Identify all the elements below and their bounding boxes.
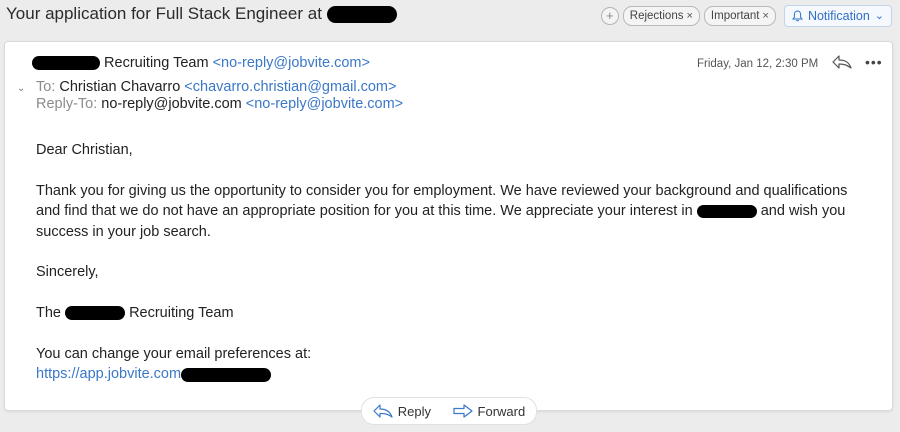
thread-header: Your application for Full Stack Engineer…	[0, 0, 900, 30]
tag-rejections[interactable]: Rejections ×	[622, 6, 700, 26]
chevron-down-icon: ⌄	[874, 10, 884, 22]
redacted-company	[65, 306, 126, 321]
remove-tag-icon[interactable]: ×	[763, 7, 769, 25]
chevron-down-icon[interactable]: ⌄	[17, 83, 25, 94]
body-paragraph: Thank you for giving us the opportunity …	[36, 181, 866, 242]
to-label: To:	[36, 79, 56, 95]
message-body: Dear Christian, Thank you for giving us …	[36, 140, 866, 385]
add-tag-button[interactable]: +	[600, 7, 619, 25]
redacted-company	[32, 56, 100, 71]
reply-to-email[interactable]: <no-reply@jobvite.com>	[246, 96, 403, 112]
tag-important[interactable]: Important ×	[703, 6, 776, 26]
reply-icon[interactable]	[832, 54, 852, 70]
reply-to-label: Reply-To:	[36, 96, 98, 112]
notification-dropdown[interactable]: Notification ⌄	[783, 5, 892, 27]
signature: The Recruiting Team	[36, 303, 866, 323]
reply-to-name: no-reply@jobvite.com	[101, 96, 242, 112]
bell-icon	[791, 10, 803, 22]
reply-icon	[373, 404, 393, 418]
sender: Recruiting Team <no-reply@jobvite.com>	[32, 55, 370, 71]
reply-actions: Reply Forward	[361, 397, 537, 425]
forward-button[interactable]: Forward	[452, 403, 526, 419]
to-email[interactable]: <chavarro.christian@gmail.com>	[184, 79, 396, 95]
tag-label: Rejections	[629, 10, 684, 22]
preferences-line: https://app.jobvite.com	[36, 364, 866, 384]
sender-email[interactable]: <no-reply@jobvite.com>	[213, 55, 370, 71]
remove-tag-icon[interactable]: ×	[686, 7, 692, 25]
message-date: Friday, Jan 12, 2:30 PM	[697, 58, 819, 70]
redacted-url	[181, 367, 272, 382]
tag-bar: + Rejections × Important × Notification …	[600, 5, 892, 27]
reply-button[interactable]: Reply	[373, 404, 431, 419]
preferences-text: You can change your email preferences at…	[36, 346, 312, 362]
signature-text: The	[36, 305, 61, 322]
forward-icon	[452, 404, 473, 418]
preferences-link[interactable]: https://app.jobvite.com	[36, 366, 181, 382]
to-line: To: Christian Chavarro <chavarro.christi…	[36, 79, 396, 95]
closing: Sincerely,	[36, 264, 99, 281]
to-name: Christian Chavarro	[59, 79, 181, 95]
tag-label: Important	[710, 10, 760, 22]
forward-label: Forward	[477, 403, 526, 419]
signature-text: Recruiting Team	[129, 305, 234, 322]
sender-name: Recruiting Team	[104, 55, 209, 71]
subject-text: Your application for Full Stack Engineer…	[6, 4, 322, 23]
reply-label: Reply	[397, 403, 432, 419]
message-card: Recruiting Team <no-reply@jobvite.com> F…	[4, 41, 893, 411]
greeting: Dear Christian,	[36, 142, 133, 158]
notification-label: Notification	[807, 9, 870, 23]
redacted-company	[326, 6, 397, 24]
redacted-company	[696, 204, 757, 218]
email-subject: Your application for Full Stack Engineer…	[6, 4, 397, 24]
more-icon[interactable]: •••	[865, 54, 883, 70]
reply-to-line: Reply-To: no-reply@jobvite.com <no-reply…	[36, 96, 403, 112]
